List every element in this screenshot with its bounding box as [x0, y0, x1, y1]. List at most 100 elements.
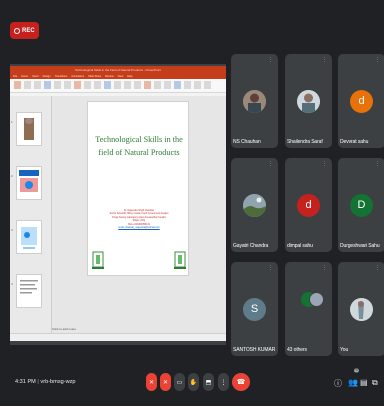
participant-name: Devvrat sahu [340, 139, 369, 145]
slide-thumbnail-pane: 1 2 3 4 [10, 96, 52, 333]
participant-avatar: d [350, 89, 373, 113]
tool-icon [34, 81, 41, 89]
thumbnail-image [20, 280, 38, 294]
pin-icon[interactable]: ⋮ [268, 57, 273, 63]
present-icon: ⬒ [205, 379, 212, 386]
camera-off-icon: ✕ [162, 379, 169, 386]
participant-tile[interactable]: ⋮ d dimpal sahu [285, 158, 332, 252]
tool-icon [194, 81, 201, 89]
institution-logo-left [92, 251, 104, 269]
slide-title: Technological Skills in the field of Nat… [95, 135, 183, 157]
meeting-info: 4:31 PM | vrb-bmsg-wzp [15, 379, 76, 385]
participant-tile[interactable]: ⋮ You [338, 262, 384, 356]
activities-icon[interactable]: ⧉ [372, 378, 378, 388]
ppt-status-bar [10, 333, 226, 341]
mic-toggle-button[interactable]: ✕ [146, 373, 157, 391]
participant-name: SANTOSH KUMAR [233, 347, 276, 353]
raise-hand-button[interactable]: ✋ [188, 373, 199, 391]
tool-icon [84, 81, 91, 89]
participant-count-badge: 52 [354, 368, 359, 373]
participant-tile[interactable]: ⋮ d Devvrat sahu [338, 54, 384, 148]
tool-icon [64, 81, 71, 89]
slide-number: 1 [11, 120, 13, 124]
tool-icon [74, 81, 81, 89]
participant-tile[interactable]: ⋮ S SANTOSH KUMAR [231, 262, 278, 356]
slide-thumbnail [16, 112, 42, 146]
ppt-tab: Review [105, 75, 114, 78]
participant-photo [243, 89, 266, 113]
more-options-button[interactable]: ⋮ [218, 373, 229, 391]
slide-thumbnail [16, 274, 42, 308]
info-icon[interactable]: ⓘ [334, 378, 342, 389]
powerpoint-window: Technological Skills in the Field of Nat… [10, 66, 226, 341]
ppt-tab: Slide Show [88, 75, 102, 78]
self-photo [350, 297, 373, 321]
slide-credits: Dr. Nagendra Singh Chauhan Senior Scient… [98, 210, 180, 230]
participant-name: dimpal sahu [287, 243, 313, 249]
thumbnail-image [19, 170, 39, 192]
slide-thumbnail [16, 166, 42, 200]
pin-icon[interactable]: ⋮ [375, 161, 380, 167]
recording-badge: REC [10, 22, 39, 39]
tool-icon [144, 81, 151, 89]
slide-number: 2 [11, 174, 13, 178]
ppt-title-bar: Technological Skills in the Field of Nat… [10, 66, 226, 74]
tool-icon [174, 81, 181, 89]
participant-tile[interactable]: ⋮ D Durgeshwari Sahu [338, 158, 384, 252]
ppt-tab: Transitions [54, 75, 68, 78]
pin-icon[interactable]: ⋮ [268, 161, 273, 167]
presentation-stage[interactable]: Technological Skills in the Field of Nat… [10, 64, 226, 345]
participant-name: Shailendra Saraf [287, 139, 323, 145]
pin-icon[interactable]: ⋮ [268, 265, 273, 271]
meeting-code: vrb-bmsg-wzp [40, 379, 76, 385]
tool-icon [54, 81, 61, 89]
pin-icon[interactable]: ⋮ [375, 57, 380, 63]
recording-label: REC [22, 27, 35, 34]
paste-icon [14, 81, 21, 89]
participant-tile[interactable]: ⋮ 43 others [285, 262, 332, 356]
tool-icon [134, 81, 141, 89]
credit-email: email- chauhan_nagendra@hotmail.com [118, 227, 160, 230]
slide-number: 4 [11, 282, 13, 286]
captions-button[interactable]: ▭ [174, 373, 185, 391]
chat-icon[interactable]: ▤ [360, 378, 368, 387]
mic-off-icon: ✕ [148, 379, 155, 386]
slide-number: 3 [11, 228, 13, 232]
participant-name: You [340, 347, 349, 353]
pin-icon[interactable]: ⋮ [375, 265, 380, 271]
pin-icon[interactable]: ⋮ [322, 161, 327, 167]
participant-photo [297, 89, 320, 113]
leave-call-button[interactable]: ☎ [232, 373, 250, 391]
institution-logo-right [174, 251, 186, 269]
pin-icon[interactable]: ⋮ [322, 57, 327, 63]
tool-icon [114, 81, 121, 89]
tool-icon [24, 81, 31, 89]
ppt-tab: Home [21, 75, 29, 78]
pin-icon[interactable]: ⋮ [322, 265, 327, 271]
record-icon [14, 27, 20, 34]
tool-icon [164, 81, 171, 89]
slide-thumbnail [16, 220, 42, 254]
meet-screen: REC Technological Skills in the Field of… [0, 0, 384, 406]
camera-toggle-button[interactable]: ✕ [160, 373, 171, 391]
notes-placeholder: Click to add notes [52, 327, 76, 331]
participant-tile[interactable]: ⋮ NS Chauhan [231, 54, 278, 148]
tool-icon [44, 81, 51, 89]
ppt-tab: View [117, 75, 124, 78]
ppt-tab: Insert [32, 75, 39, 78]
tool-icon [94, 81, 101, 89]
people-icon[interactable]: 👥 [348, 378, 358, 387]
call-end-icon: ☎ [236, 379, 246, 386]
ppt-ribbon-tools [10, 79, 226, 93]
more-options-icon: ⋮ [220, 379, 227, 386]
participant-tile[interactable]: ⋮ Gayatri Chandra [231, 158, 278, 252]
participant-tile[interactable]: ⋮ Shailendra Saraf [285, 54, 332, 148]
thumbnail-image [21, 227, 37, 249]
present-button[interactable]: ⬒ [203, 373, 214, 391]
tool-icon [204, 81, 211, 89]
group-avatar-icon [309, 292, 324, 307]
raise-hand-icon: ✋ [189, 379, 198, 386]
current-slide: Technological Skills in the field of Nat… [87, 101, 189, 276]
participant-name: NS Chauhan [233, 139, 261, 145]
meeting-time: 4:31 PM [15, 379, 36, 385]
